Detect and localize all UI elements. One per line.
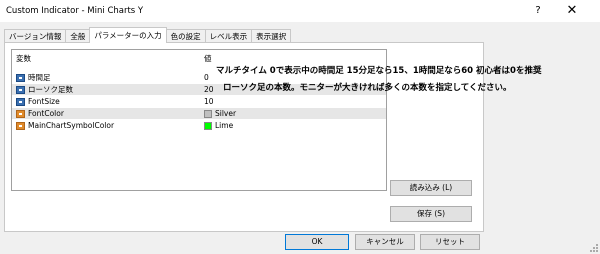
param-name-cell: MainChartSymbolColor [16, 120, 114, 131]
param-name-cell: FontSize [16, 96, 60, 107]
tab-parameters[interactable]: パラメーターの入力 [89, 27, 167, 43]
param-value[interactable]: 10 [204, 97, 214, 106]
param-name: ローソク足数 [28, 85, 73, 94]
table-row[interactable]: MainChartSymbolColor Lime [12, 120, 386, 131]
tab-bar: バージョン情報 全般 パラメーターの入力 色の設定 レベル表示 表示選択 [4, 27, 292, 43]
ok-button[interactable]: OK [285, 234, 349, 250]
table-row[interactable]: FontColor Silver [12, 108, 386, 119]
title-bar: Custom Indicator - Mini Charts Y ? ✕ [0, 0, 600, 22]
integer-param-icon [16, 85, 25, 94]
param-name: FontColor [28, 109, 64, 118]
save-button[interactable]: 保存 (S) [390, 206, 472, 222]
param-value[interactable]: 0 [204, 73, 209, 82]
integer-param-icon [16, 97, 25, 106]
param-name: 時間足 [28, 73, 51, 82]
column-header-value: 値 [204, 54, 212, 63]
reset-button[interactable]: リセット [420, 234, 480, 250]
tab-visualization[interactable]: 表示選択 [251, 29, 292, 43]
param-name: MainChartSymbolColor [28, 121, 115, 130]
tab-version-info[interactable]: バージョン情報 [4, 29, 67, 43]
close-button[interactable]: ✕ [560, 2, 584, 20]
annotation-timeframe-note: マルチタイム 0で表示中の時間足 15分足なら15、1時間足なら60 初心者は0… [216, 66, 542, 76]
param-value-cell[interactable]: Silver [204, 108, 236, 119]
annotation-candle-count-note: ローソク足の本数。モニターが大きければ多くの本数を指定してください。 [223, 83, 512, 93]
param-value[interactable]: Silver [215, 109, 236, 118]
tab-levels[interactable]: レベル表示 [204, 29, 253, 43]
window-title: Custom Indicator - Mini Charts Y [6, 6, 144, 16]
param-value-cell[interactable]: 0 [204, 72, 209, 83]
table-header: 変数 値 [12, 50, 386, 64]
column-header-variable: 変数 [16, 54, 31, 63]
color-param-icon [16, 121, 25, 130]
param-name-cell: FontColor [16, 108, 64, 119]
help-button[interactable]: ? [528, 2, 548, 20]
param-name-cell: ローソク足数 [16, 84, 73, 95]
table-row[interactable]: FontSize 10 [12, 96, 386, 107]
param-value[interactable]: 20 [204, 85, 214, 94]
color-swatch [204, 121, 212, 130]
tab-general[interactable]: 全般 [65, 29, 91, 43]
resize-grip-icon[interactable] [590, 244, 598, 252]
color-swatch [204, 109, 212, 118]
param-name: FontSize [28, 97, 60, 106]
param-value-cell[interactable]: 10 [204, 96, 214, 107]
cancel-button[interactable]: キャンセル [355, 234, 415, 250]
integer-param-icon [16, 73, 25, 82]
param-name-cell: 時間足 [16, 72, 51, 83]
load-button[interactable]: 読み込み (L) [390, 180, 472, 196]
tab-colors[interactable]: 色の設定 [165, 29, 206, 43]
color-param-icon [16, 109, 25, 118]
param-value[interactable]: Lime [215, 121, 233, 130]
param-value-cell[interactable]: 20 [204, 84, 214, 95]
param-value-cell[interactable]: Lime [204, 120, 233, 131]
